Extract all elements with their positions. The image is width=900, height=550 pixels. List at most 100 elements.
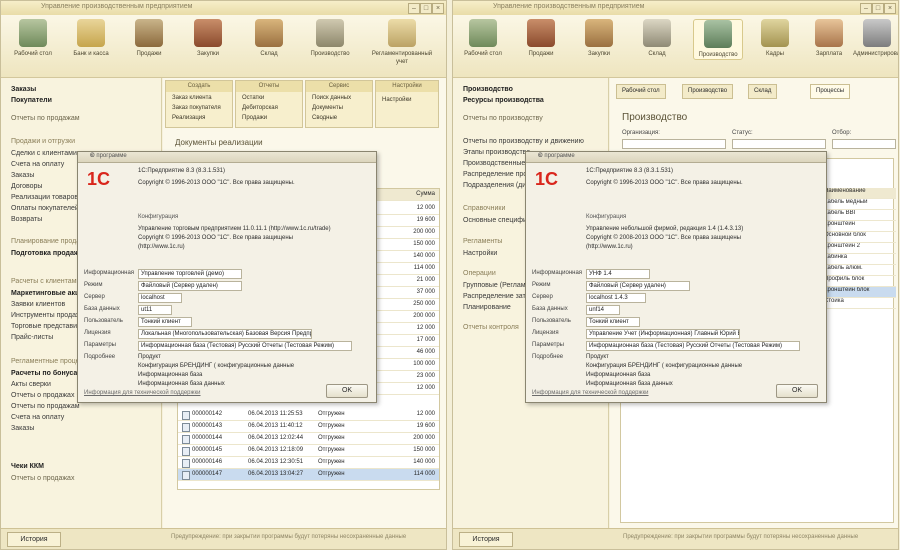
nav-item[interactable]: Реализации товаров: [11, 194, 78, 201]
section-regulated[interactable]: Регламентированный учет: [367, 19, 437, 66]
list-item[interactable]: Кабель ВВГ: [820, 210, 896, 221]
nav-item[interactable]: Инструменты продаж: [11, 312, 81, 319]
section-purchases[interactable]: Закупки: [184, 19, 232, 58]
tab-desktop[interactable]: Рабочий стол: [616, 84, 666, 99]
nav-item[interactable]: Расчеты по бонусам: [11, 370, 82, 377]
tab-warehouse[interactable]: Склад: [748, 84, 778, 99]
panel-link[interactable]: Остатки: [242, 95, 264, 101]
close-button[interactable]: ×: [432, 3, 444, 14]
nav-item[interactable]: Этапы производства: [463, 149, 530, 156]
table-row[interactable]: 000000145 06.04.2013 12:18:09 Отгружен 1…: [178, 445, 439, 457]
nav-item[interactable]: Заказы: [11, 172, 34, 179]
panel-link[interactable]: Поиск данных: [312, 95, 351, 101]
list-item[interactable]: Стойка: [820, 298, 896, 309]
close-icon[interactable]: ×: [538, 153, 823, 159]
tech-support-link[interactable]: Информация для технической поддержки: [84, 390, 201, 396]
desktop-icon: [469, 19, 497, 47]
tab-processes[interactable]: Процессы: [810, 84, 851, 99]
section-desktop[interactable]: Рабочий стол: [459, 19, 507, 58]
history-button[interactable]: История: [459, 532, 513, 547]
history-button[interactable]: История: [7, 532, 61, 547]
tech-support-link[interactable]: Информация для технической поддержки: [532, 390, 649, 396]
nav-item[interactable]: Счета на оплату: [11, 161, 64, 168]
maximize-button[interactable]: □: [420, 3, 432, 14]
section-purchases[interactable]: Закупки: [575, 19, 623, 58]
section-admin[interactable]: Администрирование: [853, 19, 898, 58]
nav-item[interactable]: Заказы: [11, 425, 34, 432]
nav-item[interactable]: Сделки с клиентами: [11, 150, 77, 157]
table-row[interactable]: 000000142 06.04.2013 11:25:53 Отгружен 1…: [178, 409, 439, 421]
section-sales[interactable]: Продажи: [517, 19, 565, 58]
ok-button[interactable]: OK: [776, 384, 818, 398]
nav-item[interactable]: Производственные: [463, 160, 525, 167]
panel-link[interactable]: Документы: [312, 105, 343, 111]
nav-item[interactable]: Прайс-листы: [11, 334, 53, 341]
nav-item[interactable]: Счета на оплату: [11, 414, 64, 421]
nav-item[interactable]: Возвраты: [11, 216, 42, 223]
section-salary[interactable]: Зарплата: [805, 19, 853, 58]
maximize-button[interactable]: □: [872, 3, 884, 14]
nav-item[interactable]: Оплаты покупателей: [11, 205, 79, 212]
nav-item[interactable]: Акты сверки: [11, 381, 51, 388]
panel-link[interactable]: Настройки: [382, 97, 411, 103]
list-item[interactable]: Кабель алюм.: [820, 265, 896, 276]
nav-item[interactable]: Планирование: [463, 304, 511, 311]
bank-icon: [77, 19, 105, 47]
nav-item[interactable]: Чеки ККМ: [11, 463, 44, 470]
section-bank[interactable]: Банк и касса: [67, 19, 115, 58]
nav-item[interactable]: Отчеты по производству: [463, 115, 543, 122]
section-warehouse[interactable]: Склад: [633, 19, 681, 58]
nav-item[interactable]: Настройки: [463, 250, 497, 257]
amount-cell: 200 000: [413, 229, 435, 235]
table-row[interactable]: 000000146 06.04.2013 12:30:51 Отгружен 1…: [178, 457, 439, 469]
nav-item[interactable]: Заказы: [11, 86, 36, 93]
section-staff[interactable]: Кадры: [751, 19, 799, 58]
panel-link[interactable]: Дебиторская: [242, 105, 278, 111]
nav-item[interactable]: Подготовка продаж: [11, 250, 79, 257]
status-input[interactable]: [732, 139, 826, 149]
ok-button[interactable]: OK: [326, 384, 368, 398]
section-production-active[interactable]: Производство: [693, 19, 743, 60]
list-item[interactable]: Кронштейн 2: [820, 243, 896, 254]
left-window-title: Управление производственным предприятием: [41, 3, 193, 10]
section-production[interactable]: Производство: [306, 19, 354, 58]
nav-item[interactable]: Производство: [463, 86, 513, 93]
list-item[interactable]: Профиль блок: [820, 276, 896, 287]
minimize-button[interactable]: –: [860, 3, 872, 14]
nav-item[interactable]: Покупатели: [11, 97, 52, 104]
panel-link[interactable]: Реализация: [172, 115, 205, 121]
nav-item[interactable]: Ресурсы производства: [463, 97, 544, 104]
table-row-selected[interactable]: 000000147 06.04.2013 13:04:27 Отгружен 1…: [178, 469, 439, 481]
list-item[interactable]: Кронштейн: [820, 221, 896, 232]
list-item[interactable]: Кабинка: [820, 254, 896, 265]
nav-item[interactable]: Отчеты по продажам: [11, 403, 80, 410]
close-icon[interactable]: ×: [90, 153, 373, 159]
section-warehouse[interactable]: Склад: [245, 19, 293, 58]
table-row[interactable]: 000000144 06.04.2013 12:02:44 Отгружен 2…: [178, 433, 439, 445]
panel-link[interactable]: Заказ покупателя: [172, 105, 221, 111]
organization-input[interactable]: [622, 139, 726, 149]
filter-input[interactable]: [832, 139, 896, 149]
nav-item[interactable]: Отчеты о продажах: [11, 392, 74, 399]
license-field: Управление Учет (Информационная) Главный…: [586, 329, 740, 339]
list-item[interactable]: Кронштейн блок: [820, 287, 896, 298]
panel-link[interactable]: Продажи: [242, 115, 267, 121]
nav-item[interactable]: Отчеты по продажам: [11, 115, 80, 122]
list-item[interactable]: Основной блок: [820, 232, 896, 243]
nav-item[interactable]: Отчеты по производству и движению: [463, 138, 584, 145]
nav-group-heading: Продажи и отгрузки: [11, 138, 76, 145]
nav-item[interactable]: Договоры: [11, 183, 42, 190]
list-item[interactable]: Кабель медный: [820, 199, 896, 210]
table-row[interactable]: 000000143 06.04.2013 11:40:12 Отгружен 1…: [178, 421, 439, 433]
tab-production[interactable]: Производство: [682, 84, 734, 99]
nav-item[interactable]: Отчеты о продажах: [11, 475, 74, 482]
minimize-button[interactable]: –: [408, 3, 420, 14]
production-icon: [704, 20, 732, 48]
close-button[interactable]: ×: [884, 3, 896, 14]
panel-link[interactable]: Заказ клиента: [172, 95, 212, 101]
nav-item[interactable]: Заявки клиентов: [11, 301, 65, 308]
section-desktop[interactable]: Рабочий стол: [9, 19, 57, 58]
left-titlebar: Управление производственным предприятием…: [1, 1, 446, 16]
section-sales[interactable]: Продажи: [125, 19, 173, 58]
panel-link[interactable]: Сводные: [312, 115, 337, 121]
